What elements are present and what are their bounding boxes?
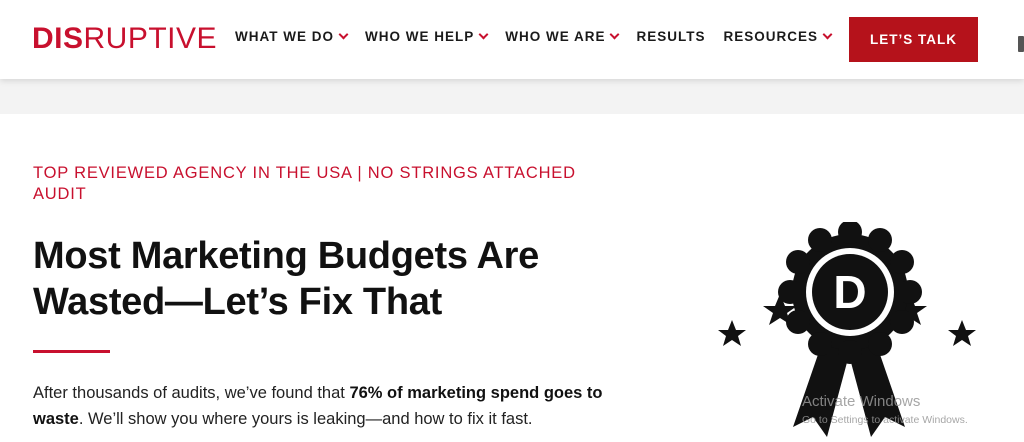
nav-item-results[interactable]: RESULTS bbox=[636, 29, 705, 44]
logo-bold-text: DIS bbox=[32, 22, 84, 55]
nav-item-who-we-help[interactable]: WHO WE HELP bbox=[364, 29, 489, 44]
disruptive-logo[interactable]: DIS RUPTIVE bbox=[32, 22, 217, 56]
star-icon bbox=[948, 320, 976, 346]
chevron-down-icon bbox=[478, 29, 489, 40]
body-text-post: . We’ll show you where yours is leaking—… bbox=[78, 410, 533, 428]
logo-rest-text: RUPTIVE bbox=[83, 22, 218, 55]
windows-activation-watermark: Activate Windows Go to Settings to activ… bbox=[802, 393, 968, 427]
hero-headline: Most Marketing Budgets Are Wasted—Let’s … bbox=[33, 233, 633, 325]
hero-eyebrow: TOP REVIEWED AGENCY IN THE USA | NO STRI… bbox=[33, 164, 576, 203]
nav-item-what-we-do[interactable]: WHAT WE DO bbox=[235, 29, 349, 44]
hero-body: After thousands of audits, we’ve found t… bbox=[33, 380, 633, 432]
watermark-title: Activate Windows bbox=[802, 393, 921, 410]
site-header: DIS RUPTIVE WHAT WE DO WHO WE HELP WHO WE… bbox=[0, 0, 1024, 79]
main-nav: WHAT WE DO WHO WE HELP WHO WE ARE RESULT… bbox=[235, 29, 849, 44]
chevron-down-icon bbox=[822, 29, 833, 40]
nav-item-who-we-are[interactable]: WHO WE ARE bbox=[505, 29, 620, 44]
star-icon bbox=[718, 320, 746, 346]
chevron-down-icon bbox=[610, 29, 620, 40]
headline-line-2: Wasted—Let’s Fix That bbox=[33, 281, 442, 323]
accent-divider bbox=[33, 350, 110, 353]
nav-item-label: WHO WE ARE bbox=[505, 29, 606, 44]
body-text-pre: After thousands of audits, we’ve found t… bbox=[33, 384, 350, 402]
watermark-subtitle: Go to Settings to activate Windows. bbox=[802, 414, 968, 426]
chevron-down-icon bbox=[338, 29, 349, 40]
nav-item-label: WHAT WE DO bbox=[235, 29, 334, 44]
page-scrollbar[interactable] bbox=[1018, 36, 1024, 52]
nav-item-resources[interactable]: RESOURCES bbox=[723, 29, 833, 44]
nav-item-label: WHO WE HELP bbox=[364, 29, 475, 44]
lets-talk-button[interactable]: LET’S TALK bbox=[849, 17, 978, 62]
headline-line-1: Most Marketing Budgets Are bbox=[33, 235, 539, 277]
nav-item-label: RESOURCES bbox=[723, 29, 819, 44]
header-shadow-strip bbox=[0, 79, 1024, 114]
badge-monogram: D bbox=[833, 266, 866, 318]
nav-item-label: RESULTS bbox=[636, 29, 706, 44]
